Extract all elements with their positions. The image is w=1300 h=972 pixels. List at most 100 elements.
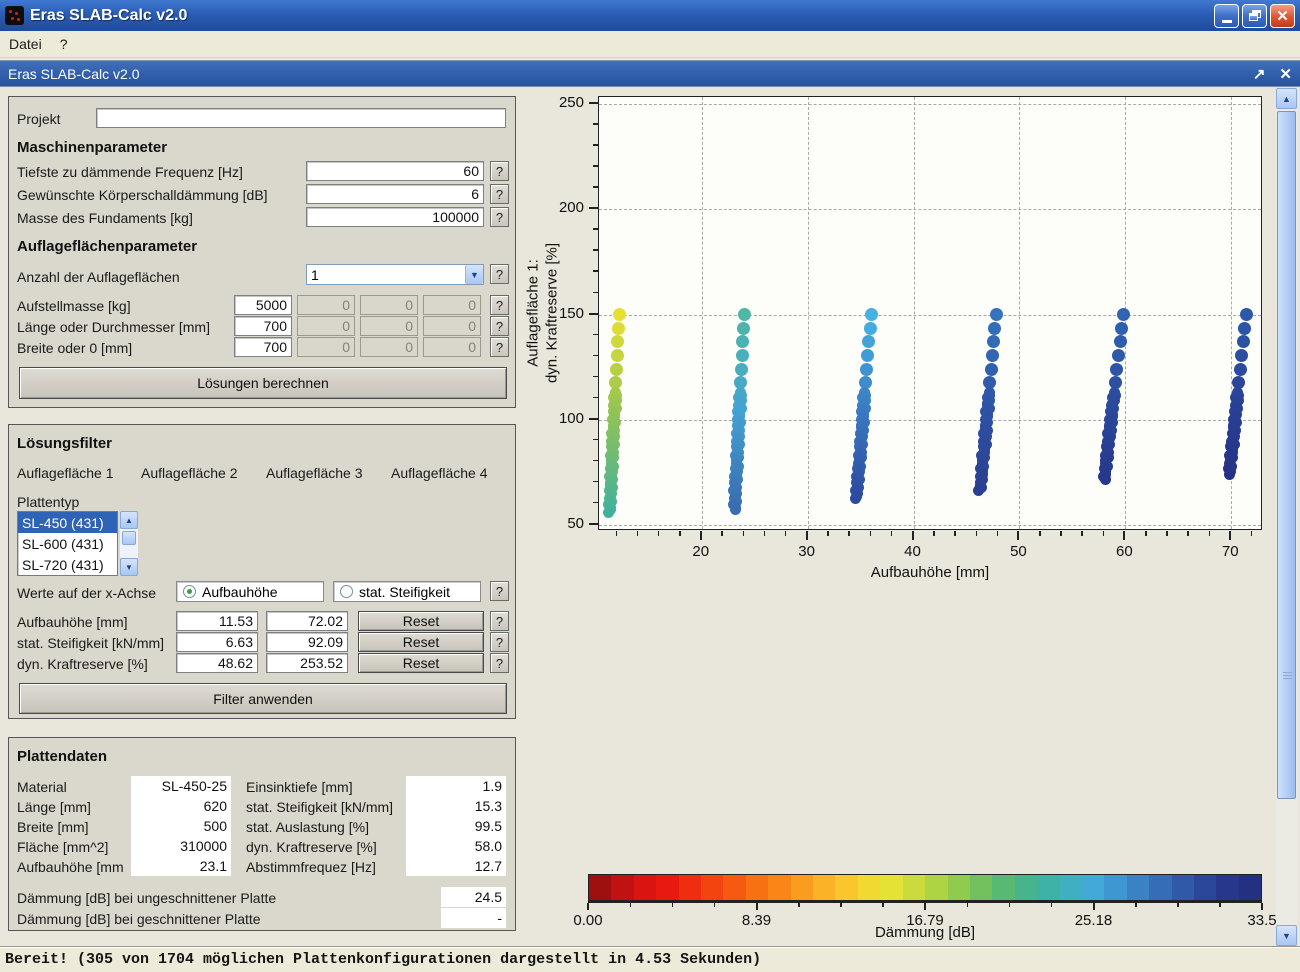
- radio-steifigkeit[interactable]: stat. Steifigkeit: [333, 581, 481, 602]
- scatter-point: [1235, 349, 1248, 362]
- filter-aufbauhoehe-max[interactable]: 72.02: [266, 611, 348, 631]
- minimize-button[interactable]: [1214, 4, 1239, 28]
- menu-item-help[interactable]: ?: [51, 32, 77, 56]
- scatter-point: [735, 363, 748, 376]
- scroll-thumb[interactable]: [122, 531, 136, 545]
- help-button-filter-2[interactable]: ?: [490, 632, 509, 652]
- menu-item-datei[interactable]: Datei: [0, 32, 51, 56]
- filter-steifigkeit-min[interactable]: 6.63: [176, 632, 258, 652]
- filter-kraftreserve-min[interactable]: 48.62: [176, 653, 258, 673]
- apply-filter-button[interactable]: Filter anwenden: [19, 683, 507, 714]
- help-button-filter-1[interactable]: ?: [490, 611, 509, 631]
- projekt-input[interactable]: [96, 108, 506, 128]
- scatter-point: [1112, 349, 1125, 362]
- scrollbar-up-icon[interactable]: ▲: [1276, 88, 1297, 109]
- list-item-sl720[interactable]: SL-720 (431): [18, 554, 117, 575]
- mdi-child-titlebar[interactable]: Eras SLAB-Calc v2.0 ↗ ✕: [0, 60, 1300, 87]
- help-button-aufstellmasse[interactable]: ?: [490, 295, 509, 315]
- vertical-scrollbar[interactable]: ▲ ▼: [1276, 88, 1297, 946]
- reset-aufbauhoehe-button[interactable]: Reset: [358, 611, 484, 631]
- breite-input-3[interactable]: 0: [360, 337, 418, 357]
- tab-auflageflaeche-3[interactable]: Auflagefläche 3: [266, 465, 363, 481]
- breite-input-1[interactable]: 700: [234, 337, 292, 357]
- axis-tick: [593, 397, 598, 399]
- axis-tick: [593, 376, 598, 378]
- scrollbar-thumb[interactable]: [1277, 111, 1296, 799]
- radio-unselected-icon[interactable]: [340, 585, 353, 598]
- y-tick-label: 200: [552, 199, 584, 216]
- tab-auflageflaeche-2[interactable]: Auflagefläche 2: [141, 465, 238, 481]
- scroll-track[interactable]: [120, 529, 138, 558]
- tab-auflageflaeche-4[interactable]: Auflagefläche 4: [391, 465, 488, 481]
- breite-input-2[interactable]: 0: [297, 337, 355, 357]
- axis-tick: [593, 439, 598, 441]
- filter-steifigkeit-max[interactable]: 92.09: [266, 632, 348, 652]
- scroll-up-icon[interactable]: ▲: [120, 511, 138, 529]
- calculate-solutions-button[interactable]: Lösungen berechnen: [19, 367, 507, 399]
- reset-steifigkeit-button[interactable]: Reset: [358, 632, 484, 652]
- radio-aufbauhoehe[interactable]: Aufbauhöhe: [176, 581, 324, 602]
- help-button-frequenz[interactable]: ?: [490, 161, 509, 181]
- help-button-masse[interactable]: ?: [490, 207, 509, 227]
- colorbar-segment: [948, 875, 970, 900]
- plattentyp-listbox[interactable]: SL-450 (431) SL-600 (431) SL-720 (431): [17, 511, 118, 576]
- axis-tick: [1209, 531, 1211, 536]
- restore-button[interactable]: [1242, 4, 1267, 28]
- colorbar-tick: [924, 903, 926, 910]
- scatter-point: [611, 335, 624, 348]
- laenge-input-2[interactable]: 0: [297, 316, 355, 336]
- axis-tick: [593, 123, 598, 125]
- axis-tick: [912, 531, 914, 540]
- axis-tick: [589, 207, 598, 209]
- gridline-h: [599, 104, 1261, 105]
- axis-tick: [593, 334, 598, 336]
- help-button-filter-3[interactable]: ?: [490, 653, 509, 673]
- breite-input-4[interactable]: 0: [423, 337, 481, 357]
- daemmung-input[interactable]: 6: [306, 184, 484, 204]
- aufstellmasse-input-2[interactable]: 0: [297, 295, 355, 315]
- aufstellmasse-input-4[interactable]: 0: [423, 295, 481, 315]
- tab-auflageflaeche-1[interactable]: Auflagefläche 1: [17, 465, 114, 481]
- aufstellmasse-input-1[interactable]: 5000: [234, 295, 292, 315]
- help-button-xachse[interactable]: ?: [490, 581, 509, 601]
- colorbar-segment: [880, 875, 902, 900]
- filter-aufbauhoehe-min[interactable]: 11.53: [176, 611, 258, 631]
- aufstellmasse-input-3[interactable]: 0: [360, 295, 418, 315]
- laenge-input-1[interactable]: 700: [234, 316, 292, 336]
- masse-input[interactable]: 100000: [306, 207, 484, 227]
- mdi-close-icon[interactable]: ✕: [1279, 65, 1292, 83]
- filter-kraftreserve-max[interactable]: 253.52: [266, 653, 348, 673]
- laenge-input-3[interactable]: 0: [360, 316, 418, 336]
- axis-tick: [1017, 531, 1019, 540]
- list-item-sl450[interactable]: SL-450 (431): [18, 512, 117, 533]
- axis-tick: [589, 418, 598, 420]
- close-button[interactable]: ✕: [1270, 4, 1295, 28]
- list-item-sl600[interactable]: SL-600 (431): [18, 533, 117, 554]
- colorbar-segment: [1149, 875, 1171, 900]
- status-text: Bereit! (305 von 1704 möglichen Plattenk…: [0, 951, 761, 968]
- help-button-daemmung[interactable]: ?: [490, 184, 509, 204]
- scroll-down-icon[interactable]: ▼: [120, 558, 138, 576]
- anzahl-dropdown[interactable]: 1 ▼: [306, 264, 484, 285]
- mdi-restore-icon[interactable]: ↗: [1253, 65, 1266, 83]
- scrollbar-grip: [1283, 672, 1292, 680]
- chevron-down-icon[interactable]: ▼: [465, 265, 483, 284]
- help-button-anzahl[interactable]: ?: [490, 264, 509, 284]
- colorbar-segment: [634, 875, 656, 900]
- laenge-label: Länge oder Durchmesser [mm]: [17, 319, 210, 335]
- y-tick-label: 100: [552, 410, 584, 427]
- help-button-laenge[interactable]: ?: [490, 316, 509, 336]
- axis-tick: [593, 249, 598, 251]
- radio-selected-icon[interactable]: [183, 585, 196, 598]
- plattentyp-scrollbar[interactable]: ▲ ▼: [120, 511, 138, 576]
- scrollbar-down-icon[interactable]: ▼: [1276, 925, 1297, 946]
- reset-kraftreserve-button[interactable]: Reset: [358, 653, 484, 673]
- window-titlebar[interactable]: Eras SLAB-Calc v2.0 ✕: [0, 0, 1300, 31]
- colorbar-segment: [1127, 875, 1149, 900]
- help-button-breite[interactable]: ?: [490, 337, 509, 357]
- frequenz-input[interactable]: 60: [306, 161, 484, 181]
- axis-tick: [1166, 531, 1168, 536]
- axis-tick: [637, 531, 639, 536]
- filter-aufbauhoehe-label: Aufbauhöhe [mm]: [17, 614, 128, 630]
- laenge-input-4[interactable]: 0: [423, 316, 481, 336]
